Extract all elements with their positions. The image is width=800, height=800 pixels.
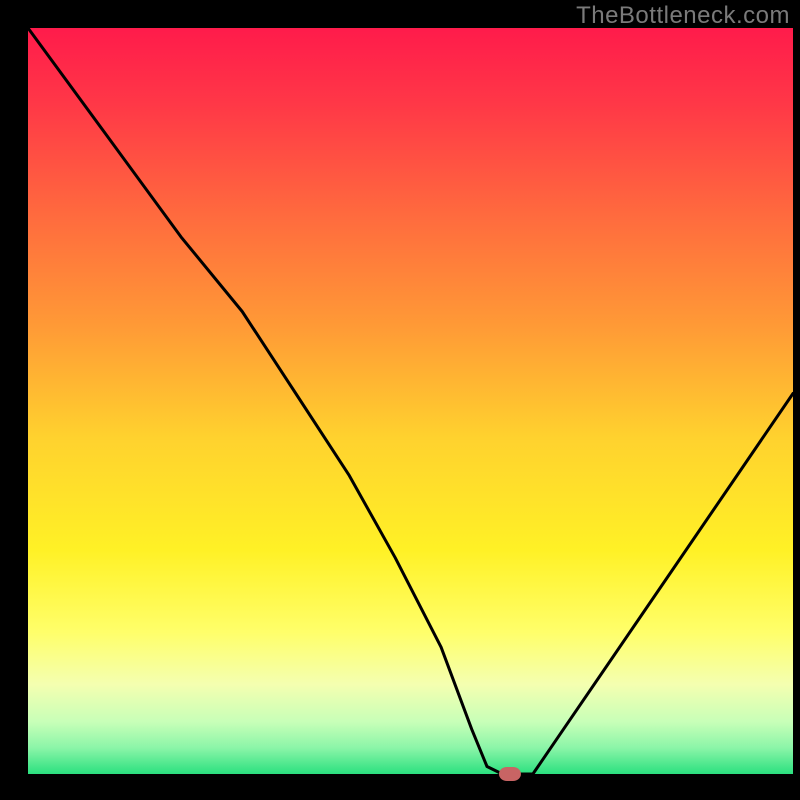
chart-svg (0, 0, 800, 800)
optimal-marker (499, 767, 521, 781)
watermark-text: TheBottleneck.com (576, 2, 790, 30)
plot-background (28, 28, 793, 774)
chart-frame: TheBottleneck.com (0, 0, 800, 800)
